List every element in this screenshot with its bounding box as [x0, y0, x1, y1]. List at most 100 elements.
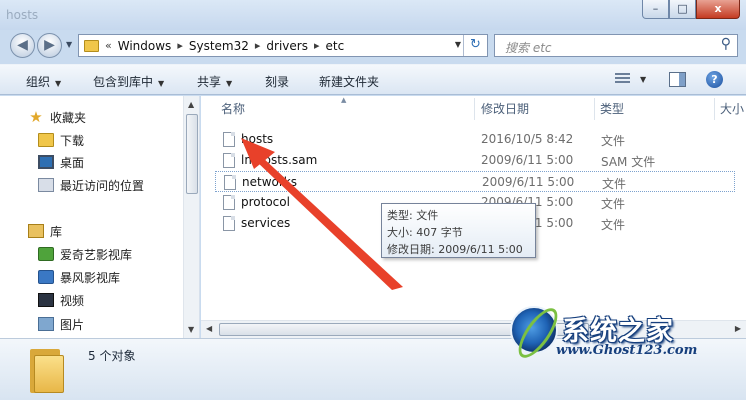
tooltip-type: 类型: 文件: [387, 209, 439, 222]
sidebar-item-label: 图片: [60, 317, 85, 332]
change-view-icon[interactable]: [615, 73, 630, 87]
file-type: 文件: [601, 197, 626, 211]
sidebar-item-label: 桌面: [60, 155, 85, 170]
file-icon: [223, 216, 235, 231]
back-button[interactable]: ◀: [10, 33, 35, 58]
sort-ascending-icon: ▲: [341, 96, 347, 104]
sidebar-item-libraries[interactable]: 库: [28, 221, 199, 241]
share-label: 共享: [197, 75, 222, 89]
chevron-down-icon: ▼: [226, 79, 233, 88]
close-button[interactable]: x: [696, 0, 740, 19]
breadcrumb-separator-icon[interactable]: ▸: [314, 39, 320, 52]
sidebar-item-storm-library[interactable]: 暴风影视库: [38, 267, 199, 287]
command-toolbar: 组织 ▼ 包含到库中 ▼ 共享 ▼ 刻录 新建文件夹 ▼ ?: [0, 64, 746, 95]
new-folder-button[interactable]: 新建文件夹: [319, 73, 379, 90]
breadcrumb-system32[interactable]: System32: [189, 39, 249, 53]
column-divider[interactable]: [714, 98, 715, 120]
file-name: protocol: [241, 195, 290, 209]
recent-pages-dropdown-icon[interactable]: ▼: [66, 40, 72, 49]
navigation-bar: ◀ ▶ ▼ « Windows ▸ System32 ▸ drivers ▸ e…: [0, 30, 746, 60]
burn-button[interactable]: 刻录: [265, 73, 289, 90]
sidebar-item-label: 收藏夹: [50, 110, 87, 125]
window-title: hosts: [6, 8, 39, 22]
tooltip-size: 大小: 407 字节: [387, 226, 463, 239]
address-history-dropdown-icon[interactable]: ▼: [455, 40, 461, 49]
downloads-folder-icon: [38, 133, 54, 147]
watermark-url: www.Ghost123.com: [556, 343, 698, 358]
scroll-down-arrow-icon[interactable]: ▼: [188, 325, 194, 334]
sidebar-item-label: 视频: [60, 293, 85, 308]
address-overflow-chevron[interactable]: «: [105, 39, 112, 52]
sidebar-item-videos[interactable]: 视频: [38, 290, 199, 310]
sidebar-item-iqiyi-library[interactable]: 爱奇艺影视库: [38, 244, 199, 264]
organize-menu-button[interactable]: 组织 ▼: [26, 73, 61, 90]
share-button[interactable]: 共享 ▼: [197, 73, 232, 90]
iqiyi-library-icon: [38, 247, 54, 261]
scrollbar-thumb[interactable]: [186, 114, 198, 194]
forward-button[interactable]: ▶: [37, 33, 62, 58]
sidebar-item-desktop[interactable]: 桌面: [38, 152, 199, 172]
window-controls: – □ x: [642, 0, 740, 19]
sidebar-item-label: 库: [50, 224, 63, 239]
sidebar-item-label: 爱奇艺影视库: [60, 247, 133, 262]
scroll-up-arrow-icon[interactable]: ▲: [188, 100, 194, 109]
sidebar-item-downloads[interactable]: 下载: [38, 130, 199, 150]
organize-label: 组织: [26, 75, 51, 89]
include-in-library-button[interactable]: 包含到库中 ▼: [93, 73, 164, 90]
navigation-pane-scrollbar[interactable]: ▲ ▼: [183, 96, 199, 338]
tooltip-modified: 修改日期: 2009/6/11 5:00: [387, 243, 523, 256]
search-input[interactable]: 搜索 etc: [505, 39, 552, 56]
column-header-date-modified[interactable]: 修改日期: [481, 96, 529, 122]
sidebar-item-label: 暴风影视库: [60, 270, 121, 285]
breadcrumb-drivers[interactable]: drivers: [266, 39, 308, 53]
refresh-icon[interactable]: ↻: [463, 35, 487, 56]
file-name: networks: [242, 175, 297, 189]
preview-pane-icon[interactable]: [669, 72, 686, 87]
watermark-logo-icon: [510, 306, 558, 354]
search-box[interactable]: 搜索 etc ⚲: [494, 34, 738, 57]
scroll-left-arrow-icon[interactable]: ◀: [206, 324, 212, 333]
file-date-modified: 2009/6/11 5:00: [482, 175, 575, 189]
pictures-icon: [38, 317, 54, 331]
include-in-library-label: 包含到库中: [93, 75, 154, 89]
file-name: services: [241, 216, 291, 230]
sidebar-item-recent-places[interactable]: 最近访问的位置: [38, 175, 199, 195]
file-date-modified: 2009/6/11 5:00: [481, 153, 574, 167]
column-header-type[interactable]: 类型: [600, 96, 624, 122]
star-icon: ★: [29, 108, 43, 126]
videos-icon: [38, 293, 54, 307]
column-divider[interactable]: [474, 98, 475, 120]
breadcrumb-separator-icon[interactable]: ▸: [255, 39, 261, 52]
file-date-modified: 2016/10/5 8:42: [481, 132, 574, 146]
search-icon[interactable]: ⚲: [721, 36, 731, 52]
file-row-networks[interactable]: networks 2009/6/11 5:00 文件: [215, 171, 735, 192]
sidebar-item-pictures[interactable]: 图片: [38, 314, 199, 334]
column-header-size[interactable]: 大小: [720, 96, 744, 122]
column-divider[interactable]: [594, 98, 595, 120]
sidebar-item-favorites[interactable]: ★ 收藏夹: [28, 107, 199, 127]
file-type: 文件: [602, 177, 627, 191]
breadcrumb-windows[interactable]: Windows: [118, 39, 172, 53]
file-icon: [224, 175, 236, 190]
sidebar-item-label: 最近访问的位置: [60, 178, 145, 193]
file-type: SAM 文件: [601, 155, 656, 169]
file-row-lmhosts[interactable]: lmhosts.sam 2009/6/11 5:00 SAM 文件: [215, 150, 735, 171]
navigation-pane: ★ 收藏夹 下载 桌面 最近访问的位置 库 爱奇艺影视库 暴风影视库 视频 图片…: [0, 96, 200, 338]
title-bar: hosts – □ x: [0, 0, 746, 30]
desktop-icon: [38, 155, 54, 169]
help-icon[interactable]: ?: [706, 71, 723, 88]
folder-icon: [30, 349, 66, 393]
view-options-dropdown-icon[interactable]: ▼: [640, 75, 646, 84]
recent-places-icon: [38, 178, 54, 192]
folder-icon: [84, 39, 99, 52]
minimize-button[interactable]: –: [642, 0, 669, 19]
maximize-button[interactable]: □: [669, 0, 696, 19]
address-bar[interactable]: « Windows ▸ System32 ▸ drivers ▸ etc ▼ ↻: [78, 34, 488, 57]
breadcrumb-separator-icon[interactable]: ▸: [177, 39, 183, 52]
sidebar-item-label: 下载: [60, 133, 85, 148]
column-header-name[interactable]: 名称: [221, 96, 245, 122]
breadcrumb-etc[interactable]: etc: [326, 39, 345, 53]
item-count: 5 个对象: [88, 349, 136, 363]
file-row-hosts[interactable]: hosts 2016/10/5 8:42 文件: [215, 129, 735, 150]
scroll-right-arrow-icon[interactable]: ▶: [735, 324, 741, 333]
